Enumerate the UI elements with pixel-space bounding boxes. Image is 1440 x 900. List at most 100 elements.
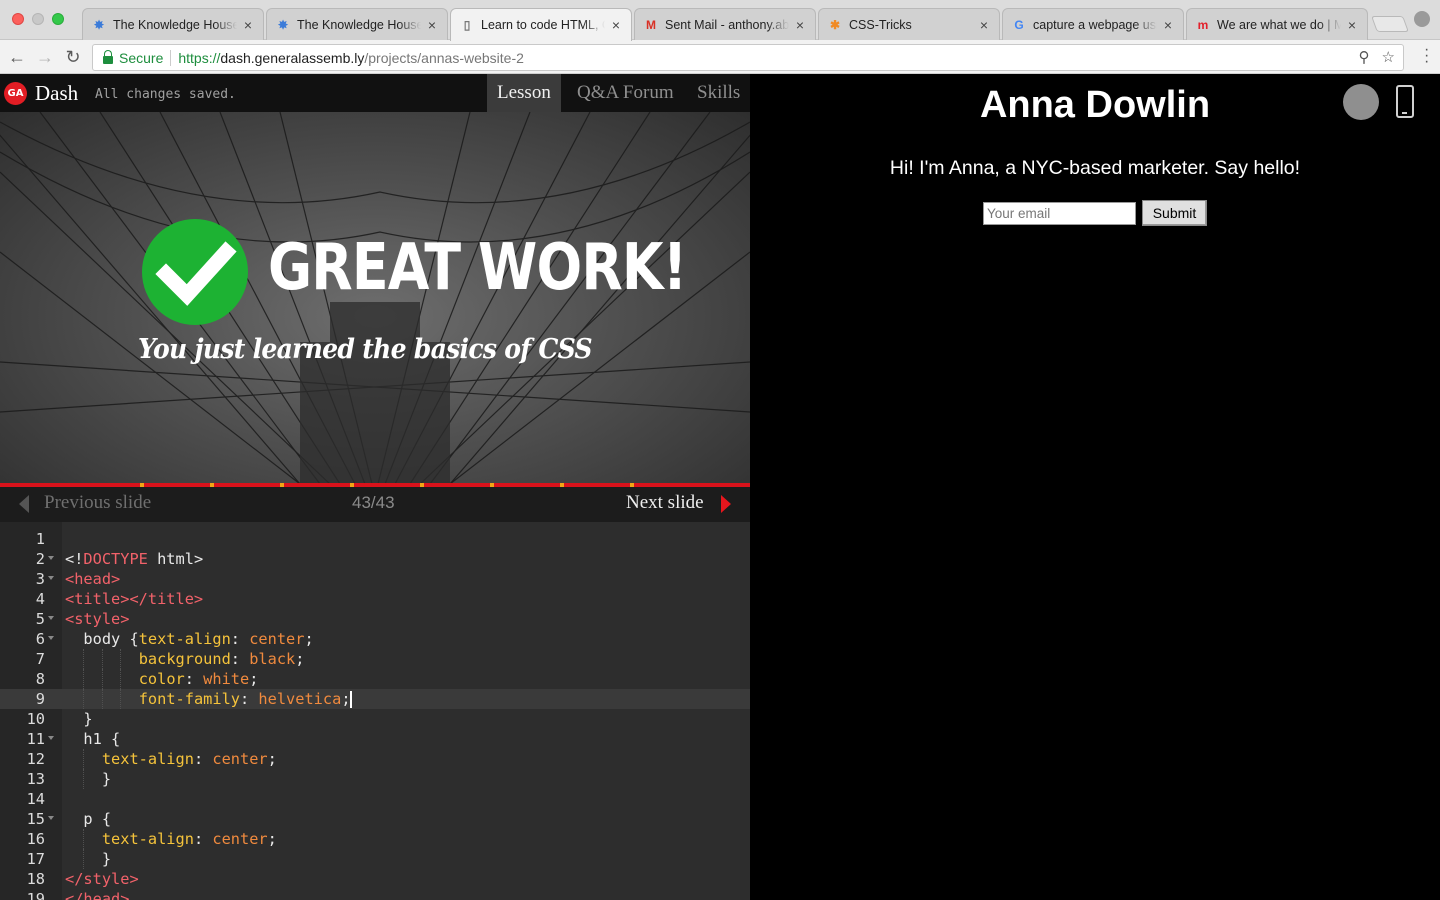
back-button[interactable]: ← [6, 46, 28, 68]
browser-tab[interactable]: m We are what we do | Mo × [1186, 8, 1368, 40]
email-field[interactable] [983, 201, 1136, 225]
tab-qa-forum[interactable]: Q&A Forum [567, 74, 684, 112]
code-line[interactable]: 8 color: white; [0, 669, 750, 689]
slide-counter: 43/43 [352, 493, 395, 512]
close-tab-icon[interactable]: × [1161, 17, 1175, 33]
maximize-window-button[interactable] [52, 13, 64, 25]
code-text: text-align: center; [65, 749, 277, 769]
profile-icon[interactable] [1414, 11, 1430, 27]
tab-lesson[interactable]: Lesson [487, 74, 561, 112]
code-line[interactable]: 5 <style> [0, 609, 750, 629]
previous-arrow-icon[interactable] [19, 495, 29, 513]
code-line[interactable]: 18 </style> [0, 869, 750, 889]
code-text: body {text-align: center; [65, 629, 313, 649]
close-tab-icon[interactable]: × [1345, 17, 1359, 33]
close-tab-icon[interactable]: × [241, 17, 255, 33]
line-number: 5 [35, 610, 45, 628]
dash-header: GA Dash All changes saved. Lesson Q&A Fo… [0, 74, 750, 112]
preview-paragraph: Hi! I'm Anna, a NYC-based marketer. Say … [889, 157, 1301, 179]
browser-tab[interactable]: M Sent Mail - anthony.abe × [634, 8, 816, 40]
code-token: p { [65, 810, 112, 828]
code-line[interactable]: 15 p { [0, 809, 750, 829]
fold-arrow-icon[interactable] [48, 556, 54, 560]
lesson-slide: GREAT WORK! You just learned the basics … [0, 112, 750, 484]
code-token: : [193, 830, 213, 848]
google-icon: G [1014, 17, 1024, 32]
code-line[interactable]: 12 text-align: center; [0, 749, 750, 769]
code-token: ; [341, 690, 351, 708]
minimize-window-button[interactable] [32, 13, 44, 25]
code-token: } [65, 850, 112, 868]
close-tab-icon[interactable]: × [425, 17, 439, 33]
line-number: 7 [35, 650, 45, 668]
code-token: <! [65, 550, 84, 568]
line-number: 8 [35, 670, 45, 688]
code-line[interactable]: 2 <!DOCTYPE html> [0, 549, 750, 569]
code-text: color: white; [65, 669, 259, 689]
desktop-view-icon[interactable] [1343, 84, 1379, 120]
code-line[interactable]: 13 } [0, 769, 750, 789]
browser-menu-icon[interactable]: · · · [1424, 42, 1429, 70]
submit-button[interactable]: Submit [1142, 200, 1207, 226]
new-tab-button[interactable] [1371, 16, 1409, 32]
browser-tab[interactable]: ▯ Learn to code HTML, CSS × [450, 8, 632, 41]
line-number: 4 [35, 590, 45, 608]
code-line[interactable]: 11 h1 { [0, 729, 750, 749]
code-token: <style> [65, 610, 130, 628]
next-arrow-icon[interactable] [721, 495, 731, 513]
code-line[interactable]: 7 background: black; [0, 649, 750, 669]
code-line[interactable]: 10 } [0, 709, 750, 729]
previous-slide-button[interactable]: Previous slide [44, 492, 151, 514]
code-text: h1 { [65, 729, 120, 749]
tab-title: The Knowledge House [297, 17, 421, 32]
code-editor[interactable]: 1 2 <!DOCTYPE html> 3 <head> 4 <title></title>… [0, 522, 750, 900]
fold-arrow-icon[interactable] [48, 576, 54, 580]
code-line[interactable]: 17 } [0, 849, 750, 869]
tab-title: CSS-Tricks [849, 17, 912, 32]
code-token: : [193, 750, 213, 768]
next-slide-button[interactable]: Next slide [626, 492, 704, 514]
code-token: center [212, 830, 268, 848]
line-number: 17 [26, 850, 45, 868]
bookmark-star-icon[interactable]: ☆ [1382, 48, 1395, 66]
code-line[interactable]: 16 text-align: center; [0, 829, 750, 849]
ga-logo[interactable]: GA [4, 82, 27, 105]
close-window-button[interactable] [12, 13, 24, 25]
browser-tab[interactable]: ✱ CSS-Tricks × [818, 8, 1000, 40]
code-line[interactable]: 6 body {text-align: center; [0, 629, 750, 649]
fold-arrow-icon[interactable] [48, 816, 54, 820]
pinwheel-icon: ✸ [93, 17, 105, 32]
browser-tab[interactable]: Gcapture a webpage using × [1002, 8, 1184, 40]
close-tab-icon[interactable]: × [793, 17, 807, 33]
fold-arrow-icon[interactable] [48, 636, 54, 640]
code-text: p { [65, 809, 111, 829]
code-line[interactable]: 1 [0, 529, 750, 549]
app-title: Dash [35, 81, 79, 105]
reload-button[interactable]: ↻ [62, 46, 84, 68]
code-line[interactable]: 19 </head> [0, 889, 750, 900]
tab-title: Sent Mail - anthony.abe [665, 17, 789, 32]
code-token: color [138, 670, 185, 688]
line-number: 1 [35, 530, 45, 548]
tab-title: capture a webpage using [1033, 17, 1157, 32]
checkmark-icon [142, 219, 248, 325]
fold-arrow-icon[interactable] [48, 736, 54, 740]
line-number: 16 [26, 830, 45, 848]
address-bar[interactable]: Secure https://dash.generalassemb.ly/pro… [92, 44, 1404, 71]
zoom-icon[interactable]: ⚲ [1359, 48, 1370, 66]
close-tab-icon[interactable]: × [977, 17, 991, 33]
forward-button[interactable]: → [34, 46, 56, 68]
browser-tab[interactable]: ✸ The Knowledge House × [82, 8, 264, 40]
tab-skills[interactable]: Skills [687, 74, 750, 112]
code-line[interactable]: 9 font-family: helvetica; [0, 689, 750, 709]
fold-arrow-icon[interactable] [48, 616, 54, 620]
close-tab-icon[interactable]: × [609, 17, 623, 33]
code-line[interactable]: 14 [0, 789, 750, 809]
website-preview: Anna Dowlin Hi! I'm Anna, a NYC-based ma… [750, 74, 1440, 900]
code-token: html> [147, 550, 204, 568]
browser-tab[interactable]: ✸ The Knowledge House × [266, 8, 448, 40]
code-line[interactable]: 3 <head> [0, 569, 750, 589]
mobile-view-icon[interactable] [1396, 85, 1414, 118]
code-token: } [65, 770, 112, 788]
code-line[interactable]: 4 <title></title> [0, 589, 750, 609]
